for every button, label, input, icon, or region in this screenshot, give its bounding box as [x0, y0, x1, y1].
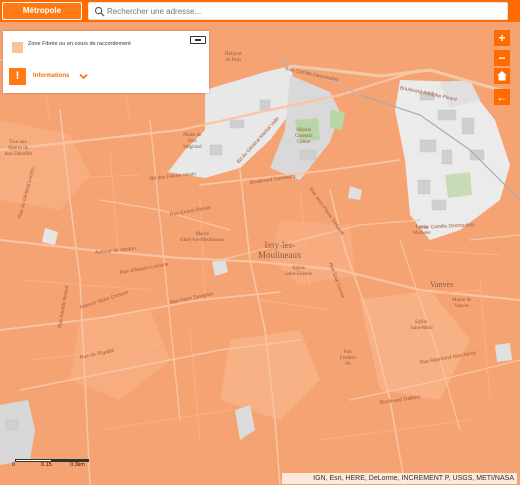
- label-plaine-jeux: Plaine de Jeux Valgirard: [183, 133, 202, 150]
- zoom-in-button[interactable]: +: [494, 30, 510, 46]
- warning-icon[interactable]: !: [9, 68, 26, 85]
- chevron-down-icon[interactable]: [79, 73, 88, 80]
- label-tour-figures: Tour aux figures de Jean Dubuffet: [4, 140, 33, 157]
- label-parc-pic: Parc Frédéric Pic: [340, 350, 357, 367]
- scale-bar: 0 0.15 0.3km: [12, 456, 92, 468]
- informations-link[interactable]: Informations: [33, 73, 69, 79]
- label-issy: Issy-les- Moulineaux: [258, 240, 302, 261]
- label-mairie-issy: Mairie d'Issy-les-Moulineaux: [180, 232, 225, 243]
- label-hopital: Hôpital Corentin Celton: [295, 128, 313, 145]
- scale-label: 0.15: [41, 462, 52, 468]
- scale-label: 0: [12, 462, 16, 468]
- map-attribution: IGN, Esri, HERE, DeLorme, INCREMENT P, U…: [282, 473, 517, 484]
- metropole-button[interactable]: Métropole: [2, 2, 82, 20]
- coverage-swatch: [12, 42, 23, 53]
- label-eglise-se: Eglise Saint-Etienne: [285, 266, 313, 277]
- zoom-out-button[interactable]: −: [494, 50, 510, 66]
- home-button[interactable]: [494, 68, 510, 84]
- search-input[interactable]: [107, 4, 497, 18]
- coverage-label: Zone Fibrée ou en cours de raccordement: [28, 41, 131, 47]
- search-icon: [94, 6, 105, 17]
- collapse-button[interactable]: [190, 36, 206, 44]
- label-eglise-sr: Eglise Saint-Rémi: [410, 320, 433, 331]
- search-box[interactable]: [88, 2, 508, 20]
- label-heliport: Héliport de Paris: [225, 52, 242, 63]
- scale-label: 0.3km: [70, 462, 85, 468]
- home-icon: [497, 71, 507, 81]
- back-button[interactable]: ←: [494, 89, 510, 105]
- label-mairie-vanves: Mairie de Vanves: [452, 298, 472, 309]
- top-bar: Métropole: [0, 0, 520, 22]
- label-vanves: Vanves: [430, 280, 454, 289]
- legend-panel: Zone Fibrée ou en cours de raccordement …: [3, 31, 209, 93]
